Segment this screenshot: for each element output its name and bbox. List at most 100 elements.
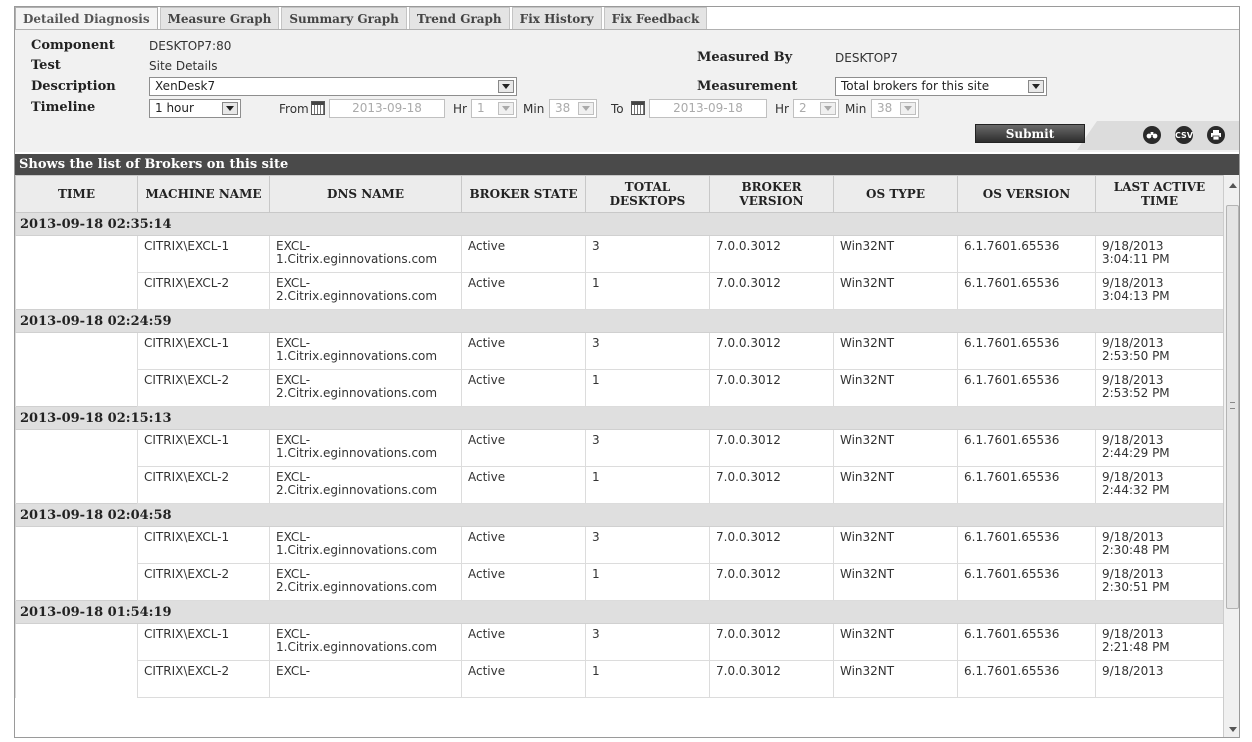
table-row[interactable]: CITRIX\EXCL-2 EXCL- 2.Citrix.eginnovation…	[15, 466, 1224, 504]
cell-state: Active	[461, 466, 586, 504]
csv-export-icon[interactable]: CSV	[1175, 126, 1193, 144]
cell-version: 7.0.0.3012	[709, 429, 834, 467]
cell-os-type: Win32NT	[833, 466, 958, 504]
cell-version: 7.0.0.3012	[709, 623, 834, 661]
table-row[interactable]: CITRIX\EXCL-1 EXCL- 1.Citrix.eginnovation…	[15, 429, 1224, 467]
from-hr-value: 1	[477, 101, 485, 115]
time-cell	[15, 466, 138, 504]
tab-measure-graph[interactable]: Measure Graph	[159, 7, 280, 29]
group-timestamp: 2013-09-18 02:04:58	[15, 503, 1224, 527]
cell-desktops: 3	[585, 332, 710, 370]
group-timestamp: 2013-09-18 01:54:19	[15, 600, 1224, 624]
cell-last-active: 9/18/2013 3:04:13 PM	[1095, 272, 1224, 310]
component-value: DESKTOP7:80	[149, 39, 232, 53]
cell-dns: EXCL- 2.Citrix.eginnovations.com	[269, 563, 462, 601]
column-header[interactable]: TIME	[15, 175, 138, 213]
cell-state: Active	[461, 623, 586, 661]
cell-dns: EXCL-	[269, 660, 462, 698]
table-row[interactable]: CITRIX\EXCL-1 EXCL- 1.Citrix.eginnovation…	[15, 235, 1224, 273]
calendar-icon[interactable]	[631, 101, 645, 115]
table-row[interactable]: CITRIX\EXCL-2 EXCL- 2.Citrix.eginnovation…	[15, 563, 1224, 601]
scroll-down-icon[interactable]	[1224, 721, 1239, 737]
cell-last-active: 9/18/2013 3:04:11 PM	[1095, 235, 1224, 273]
group-row: 2013-09-18 02:24:59	[15, 309, 1224, 333]
vertical-scrollbar[interactable]	[1223, 175, 1239, 737]
to-hr-select[interactable]: 2	[793, 99, 839, 118]
cell-version: 7.0.0.3012	[709, 369, 834, 407]
table-row[interactable]: CITRIX\EXCL-2 EXCL- 2.Citrix.eginnovation…	[15, 272, 1224, 310]
cell-state: Active	[461, 332, 586, 370]
timeline-label: Timeline	[31, 100, 96, 115]
chevron-down-icon	[1028, 80, 1044, 93]
column-header[interactable]: OS TYPE	[833, 175, 958, 213]
cell-desktops: 3	[585, 429, 710, 467]
test-value: Site Details	[149, 59, 218, 73]
table-row[interactable]: CITRIX\EXCL-2 EXCL- 2.Citrix.eginnovation…	[15, 369, 1224, 407]
cell-dns: EXCL- 1.Citrix.eginnovations.com	[269, 623, 462, 661]
cell-os-type: Win32NT	[833, 332, 958, 370]
scrollbar-thumb[interactable]	[1226, 205, 1239, 609]
cell-machine: CITRIX\EXCL-1	[137, 332, 270, 370]
cell-desktops: 1	[585, 660, 710, 698]
cell-desktops: 1	[585, 369, 710, 407]
table-row[interactable]: CITRIX\EXCL-1 EXCL- 1.Citrix.eginnovation…	[15, 623, 1224, 661]
column-header[interactable]: MACHINE NAME	[137, 175, 270, 213]
cell-last-active: 9/18/2013 2:44:32 PM	[1095, 466, 1224, 504]
column-header[interactable]: BROKER VERSION	[709, 175, 834, 213]
column-header[interactable]: BROKER STATE	[461, 175, 586, 213]
column-header[interactable]: DNS NAME	[269, 175, 462, 213]
scroll-up-icon[interactable]	[1224, 177, 1239, 193]
calendar-icon[interactable]	[311, 101, 325, 115]
cell-state: Active	[461, 526, 586, 564]
cell-os-type: Win32NT	[833, 660, 958, 698]
group-row: 2013-09-18 02:04:58	[15, 503, 1224, 527]
column-header[interactable]: LAST ACTIVE TIME	[1095, 175, 1224, 213]
cell-version: 7.0.0.3012	[709, 660, 834, 698]
brokers-table: TIME MACHINE NAME DNS NAME BROKER STATE TOTA…	[15, 175, 1224, 698]
description-select-value: XenDesk7	[155, 79, 216, 93]
measurement-select-value: Total brokers for this site	[841, 79, 990, 93]
cell-os-type: Win32NT	[833, 623, 958, 661]
table-row[interactable]: CITRIX\EXCL-1 EXCL- 1.Citrix.eginnovation…	[15, 332, 1224, 370]
tab-fix-history[interactable]: Fix History	[511, 7, 602, 29]
column-header[interactable]: TOTAL DESKTOPS	[585, 175, 710, 213]
cell-last-active: 9/18/2013	[1095, 660, 1224, 698]
from-min-select[interactable]: 38	[549, 99, 597, 118]
cell-last-active: 9/18/2013 2:53:52 PM	[1095, 369, 1224, 407]
cell-last-active: 9/18/2013 2:30:48 PM	[1095, 526, 1224, 564]
group-row: 2013-09-18 02:35:14	[15, 212, 1224, 236]
to-min-select[interactable]: 38	[871, 99, 919, 118]
tab-trend-graph[interactable]: Trend Graph	[408, 7, 510, 29]
from-date-field[interactable]: 2013-09-18	[329, 99, 445, 118]
from-hr-select[interactable]: 1	[471, 99, 517, 118]
tab-detailed-diagnosis[interactable]: Detailed Diagnosis	[15, 7, 158, 29]
from-min-value: 38	[555, 101, 571, 115]
chevron-down-icon	[820, 102, 836, 115]
cell-machine: CITRIX\EXCL-2	[137, 563, 270, 601]
description-select[interactable]: XenDesk7	[149, 77, 517, 96]
cell-os-version: 6.1.7601.65536	[957, 563, 1096, 601]
measurement-select[interactable]: Total brokers for this site	[835, 77, 1047, 96]
table-body: 2013-09-18 02:35:14 CITRIX\EXCL-1 EXCL- 1.…	[15, 212, 1224, 698]
cell-version: 7.0.0.3012	[709, 466, 834, 504]
chevron-down-icon	[578, 102, 594, 115]
group-timestamp: 2013-09-18 02:24:59	[15, 309, 1224, 333]
cell-state: Active	[461, 429, 586, 467]
submit-button[interactable]: Submit	[975, 124, 1085, 143]
cell-machine: CITRIX\EXCL-2	[137, 272, 270, 310]
cell-version: 7.0.0.3012	[709, 563, 834, 601]
group-row: 2013-09-18 02:15:13	[15, 406, 1224, 430]
table-row[interactable]: CITRIX\EXCL-2 EXCL- Active 1 7.0.0.3012 Win32…	[15, 660, 1224, 698]
tab-fix-feedback[interactable]: Fix Feedback	[603, 7, 708, 29]
cell-desktops: 3	[585, 235, 710, 273]
column-header[interactable]: OS VERSION	[957, 175, 1096, 213]
chevron-down-icon	[222, 102, 238, 115]
cell-last-active: 9/18/2013 2:53:50 PM	[1095, 332, 1224, 370]
printer-icon[interactable]	[1207, 126, 1225, 144]
tab-summary-graph[interactable]: Summary Graph	[281, 7, 407, 29]
table-row[interactable]: CITRIX\EXCL-1 EXCL- 1.Citrix.eginnovation…	[15, 526, 1224, 564]
cell-desktops: 1	[585, 466, 710, 504]
to-date-field[interactable]: 2013-09-18	[649, 99, 767, 118]
binoculars-icon[interactable]	[1143, 126, 1161, 144]
timeline-select[interactable]: 1 hour	[149, 99, 241, 118]
